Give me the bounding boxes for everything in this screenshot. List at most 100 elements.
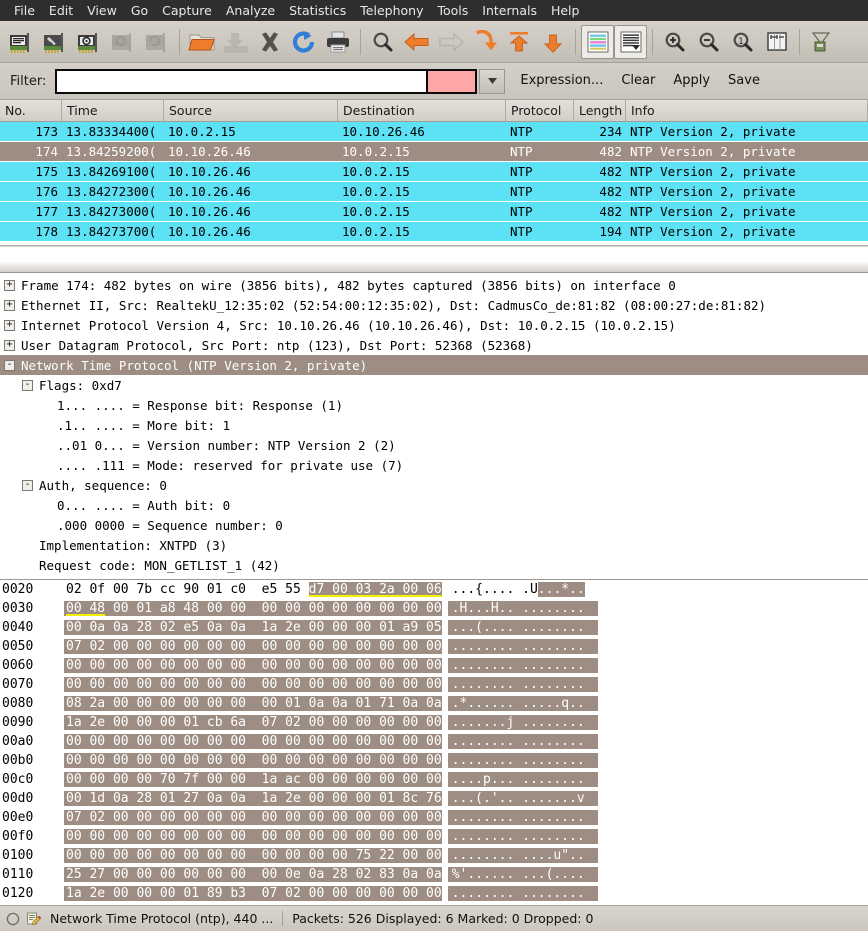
detail-tree-row[interactable]: Implementation: XNTPD (3) [0, 535, 868, 555]
expand-icon[interactable]: + [4, 299, 15, 311]
reload-icon[interactable] [287, 24, 321, 60]
capture-filters-icon[interactable] [805, 24, 839, 60]
column-header-time[interactable]: Time [62, 100, 164, 121]
packet-list-row[interactable]: 173 13.83334400(10.0.2.15 10.10.26.46 NTP 23… [0, 122, 868, 142]
resize-columns-icon[interactable] [760, 24, 794, 60]
column-header-info[interactable]: Info [626, 100, 868, 121]
column-header-destination[interactable]: Destination [338, 100, 506, 121]
column-header-protocol[interactable]: Protocol [506, 100, 574, 121]
open-file-icon[interactable] [185, 24, 219, 60]
hex-offset: 00c0 [0, 772, 64, 787]
detail-tree-row[interactable]: - Flags: 0xd7 [0, 375, 868, 395]
filter-expression-button[interactable]: Expression... [511, 66, 612, 96]
go-to-packet-icon[interactable] [468, 24, 502, 60]
menu-item-analyze[interactable]: Analyze [219, 0, 282, 21]
expand-icon[interactable]: + [4, 279, 15, 291]
hex-dump-row[interactable]: 0120 1a 2e 00 00 00 01 89 b3 07 02 00 00 … [0, 884, 868, 903]
collapse-icon[interactable]: - [4, 359, 15, 371]
menu-item-statistics[interactable]: Statistics [282, 0, 353, 21]
expand-icon[interactable]: + [4, 339, 15, 351]
detail-tree-row[interactable]: - Network Time Protocol (NTP Version 2, p… [0, 355, 868, 375]
hex-dump-row[interactable]: 0090 1a 2e 00 00 00 01 cb 6a 07 02 00 00 … [0, 713, 868, 732]
detail-tree-row[interactable]: Request code: MON_GETLIST_1 (42) [0, 555, 868, 575]
filter-history-dropdown[interactable] [479, 68, 506, 94]
collapse-icon[interactable]: - [22, 479, 33, 491]
hex-offset: 0050 [0, 639, 64, 654]
detail-tree-row[interactable]: .1.. .... = More bit: 1 [0, 415, 868, 435]
expert-info-icon[interactable] [6, 912, 20, 926]
filter-apply-button[interactable]: Apply [664, 66, 719, 96]
cell-destination: 10.0.2.15 [342, 164, 410, 179]
hex-ascii: ........ ........ [447, 677, 598, 692]
auto-scroll-icon[interactable] [614, 24, 647, 59]
hex-dump-row[interactable]: 0060 00 00 00 00 00 00 00 00 00 00 00 00 … [0, 656, 868, 675]
detail-tree-row[interactable]: .000 0000 = Sequence number: 0 [0, 515, 868, 535]
find-packet-icon[interactable] [366, 24, 400, 60]
detail-tree-row[interactable]: + Frame 174: 482 bytes on wire (3856 bits… [0, 275, 868, 295]
menu-item-go[interactable]: Go [124, 0, 155, 21]
packet-list-row[interactable]: 174 13.84259200(10.10.26.46 10.0.2.15 NTP 48… [0, 142, 868, 162]
menu-item-tools[interactable]: Tools [430, 0, 475, 21]
filter-save-button[interactable]: Save [719, 66, 769, 96]
hex-dump-row[interactable]: 00a0 00 00 00 00 00 00 00 00 00 00 00 00 … [0, 732, 868, 751]
capture-comment-icon[interactable] [26, 911, 41, 926]
menu-item-capture[interactable]: Capture [155, 0, 219, 21]
column-header-length[interactable]: Length [574, 100, 626, 121]
menu-item-view[interactable]: View [80, 0, 124, 21]
zoom-out-icon[interactable] [692, 24, 726, 60]
collapse-icon[interactable]: - [22, 379, 33, 391]
hex-dump-row[interactable]: 0020 02 0f 00 7b cc 90 01 c0 e5 55 d7 00 … [0, 580, 868, 599]
detail-tree-row[interactable]: .... .111 = Mode: reserved for private u… [0, 455, 868, 475]
detail-tree-row[interactable]: + User Datagram Protocol, Src Port: ntp (… [0, 335, 868, 355]
hex-dump-row[interactable]: 00f0 00 00 00 00 00 00 00 00 00 00 00 00 … [0, 827, 868, 846]
hex-dump-row[interactable]: 0100 00 00 00 00 00 00 00 00 00 00 00 00 … [0, 846, 868, 865]
detail-tree-row[interactable]: ..01 0... = Version number: NTP Version … [0, 435, 868, 455]
menu-item-help[interactable]: Help [544, 0, 587, 21]
hex-dump-row[interactable]: 013000 00 00 00 00 00 00 00 00 00 00 00 … [0, 903, 868, 905]
hex-dump-row[interactable]: 0080 08 2a 00 00 00 00 00 00 00 01 0a 0a … [0, 694, 868, 713]
zoom-reset-icon[interactable]: 1 [726, 24, 760, 60]
pane-splitter-top[interactable] [0, 246, 868, 272]
hex-dump-row[interactable]: 0050 07 02 00 00 00 00 00 00 00 00 00 00 … [0, 637, 868, 656]
expand-icon[interactable]: + [4, 319, 15, 331]
go-to-first-icon[interactable] [502, 24, 536, 60]
hex-dump-row[interactable]: 00d0 00 1d 0a 28 01 27 0a 0a 1a 2e 00 00 … [0, 789, 868, 808]
zoom-in-icon[interactable] [658, 24, 692, 60]
hex-dump-row[interactable]: 00e0 07 02 00 00 00 00 00 00 00 00 00 00 … [0, 808, 868, 827]
hex-dump-row[interactable]: 0030 00 48 00 01 a8 48 00 00 00 00 00 00 … [0, 599, 868, 618]
menu-item-file[interactable]: File [7, 0, 42, 21]
filter-status-indicator [428, 68, 478, 94]
capture-options-icon[interactable] [38, 24, 72, 60]
detail-tree-row[interactable]: 0... .... = Auth bit: 0 [0, 495, 868, 515]
packet-list-row[interactable]: 176 13.84272300(10.10.26.46 10.0.2.15 NTP 48… [0, 182, 868, 202]
hex-dump-row[interactable]: 00c0 00 00 00 00 70 7f 00 00 1a ac 00 00 … [0, 770, 868, 789]
start-capture-icon[interactable] [72, 24, 106, 60]
detail-tree-row[interactable]: - Auth, sequence: 0 [0, 475, 868, 495]
hex-dump-row[interactable]: 00b0 00 00 00 00 00 00 00 00 00 00 00 00 … [0, 751, 868, 770]
go-to-last-icon[interactable] [536, 24, 570, 60]
menu-item-internals[interactable]: Internals [475, 0, 544, 21]
cell-no: 174 [35, 144, 58, 159]
filter-input-wrap[interactable] [55, 68, 429, 94]
packet-list-row[interactable]: 178 13.84273700(10.10.26.46 10.0.2.15 NTP 19… [0, 222, 868, 242]
colorize-icon[interactable] [581, 24, 614, 59]
interfaces-icon[interactable] [4, 24, 38, 60]
hex-dump-row[interactable]: 0070 00 00 00 00 00 00 00 00 00 00 00 00 … [0, 675, 868, 694]
detail-tree-row[interactable]: + Internet Protocol Version 4, Src: 10.10… [0, 315, 868, 335]
column-header-source[interactable]: Source [164, 100, 338, 121]
menu-item-telephony[interactable]: Telephony [353, 0, 430, 21]
detail-tree-row[interactable]: 1... .... = Response bit: Response (1) [0, 395, 868, 415]
go-back-icon[interactable] [400, 24, 434, 60]
close-file-icon[interactable] [253, 24, 287, 60]
column-header-no[interactable]: No. [0, 100, 62, 121]
packet-list-row[interactable]: 177 13.84273000(10.10.26.46 10.0.2.15 NTP 48… [0, 202, 868, 222]
filter-clear-button[interactable]: Clear [612, 66, 664, 96]
packet-list-row[interactable]: 175 13.84269100(10.10.26.46 10.0.2.15 NTP 48… [0, 162, 868, 182]
hex-dump-row[interactable]: 0110 25 27 00 00 00 00 00 00 00 0e 0a 28 … [0, 865, 868, 884]
menu-item-edit[interactable]: Edit [42, 0, 80, 21]
hex-dump-row[interactable]: 0040 00 0a 0a 28 02 e5 0a 0a 1a 2e 00 00 … [0, 618, 868, 637]
print-icon[interactable] [321, 24, 355, 60]
detail-tree-row[interactable]: + Ethernet II, Src: RealtekU_12:35:02 (52… [0, 295, 868, 315]
display-filter-input[interactable] [57, 70, 427, 92]
hex-ascii: .*...... .....q.. [447, 696, 598, 711]
